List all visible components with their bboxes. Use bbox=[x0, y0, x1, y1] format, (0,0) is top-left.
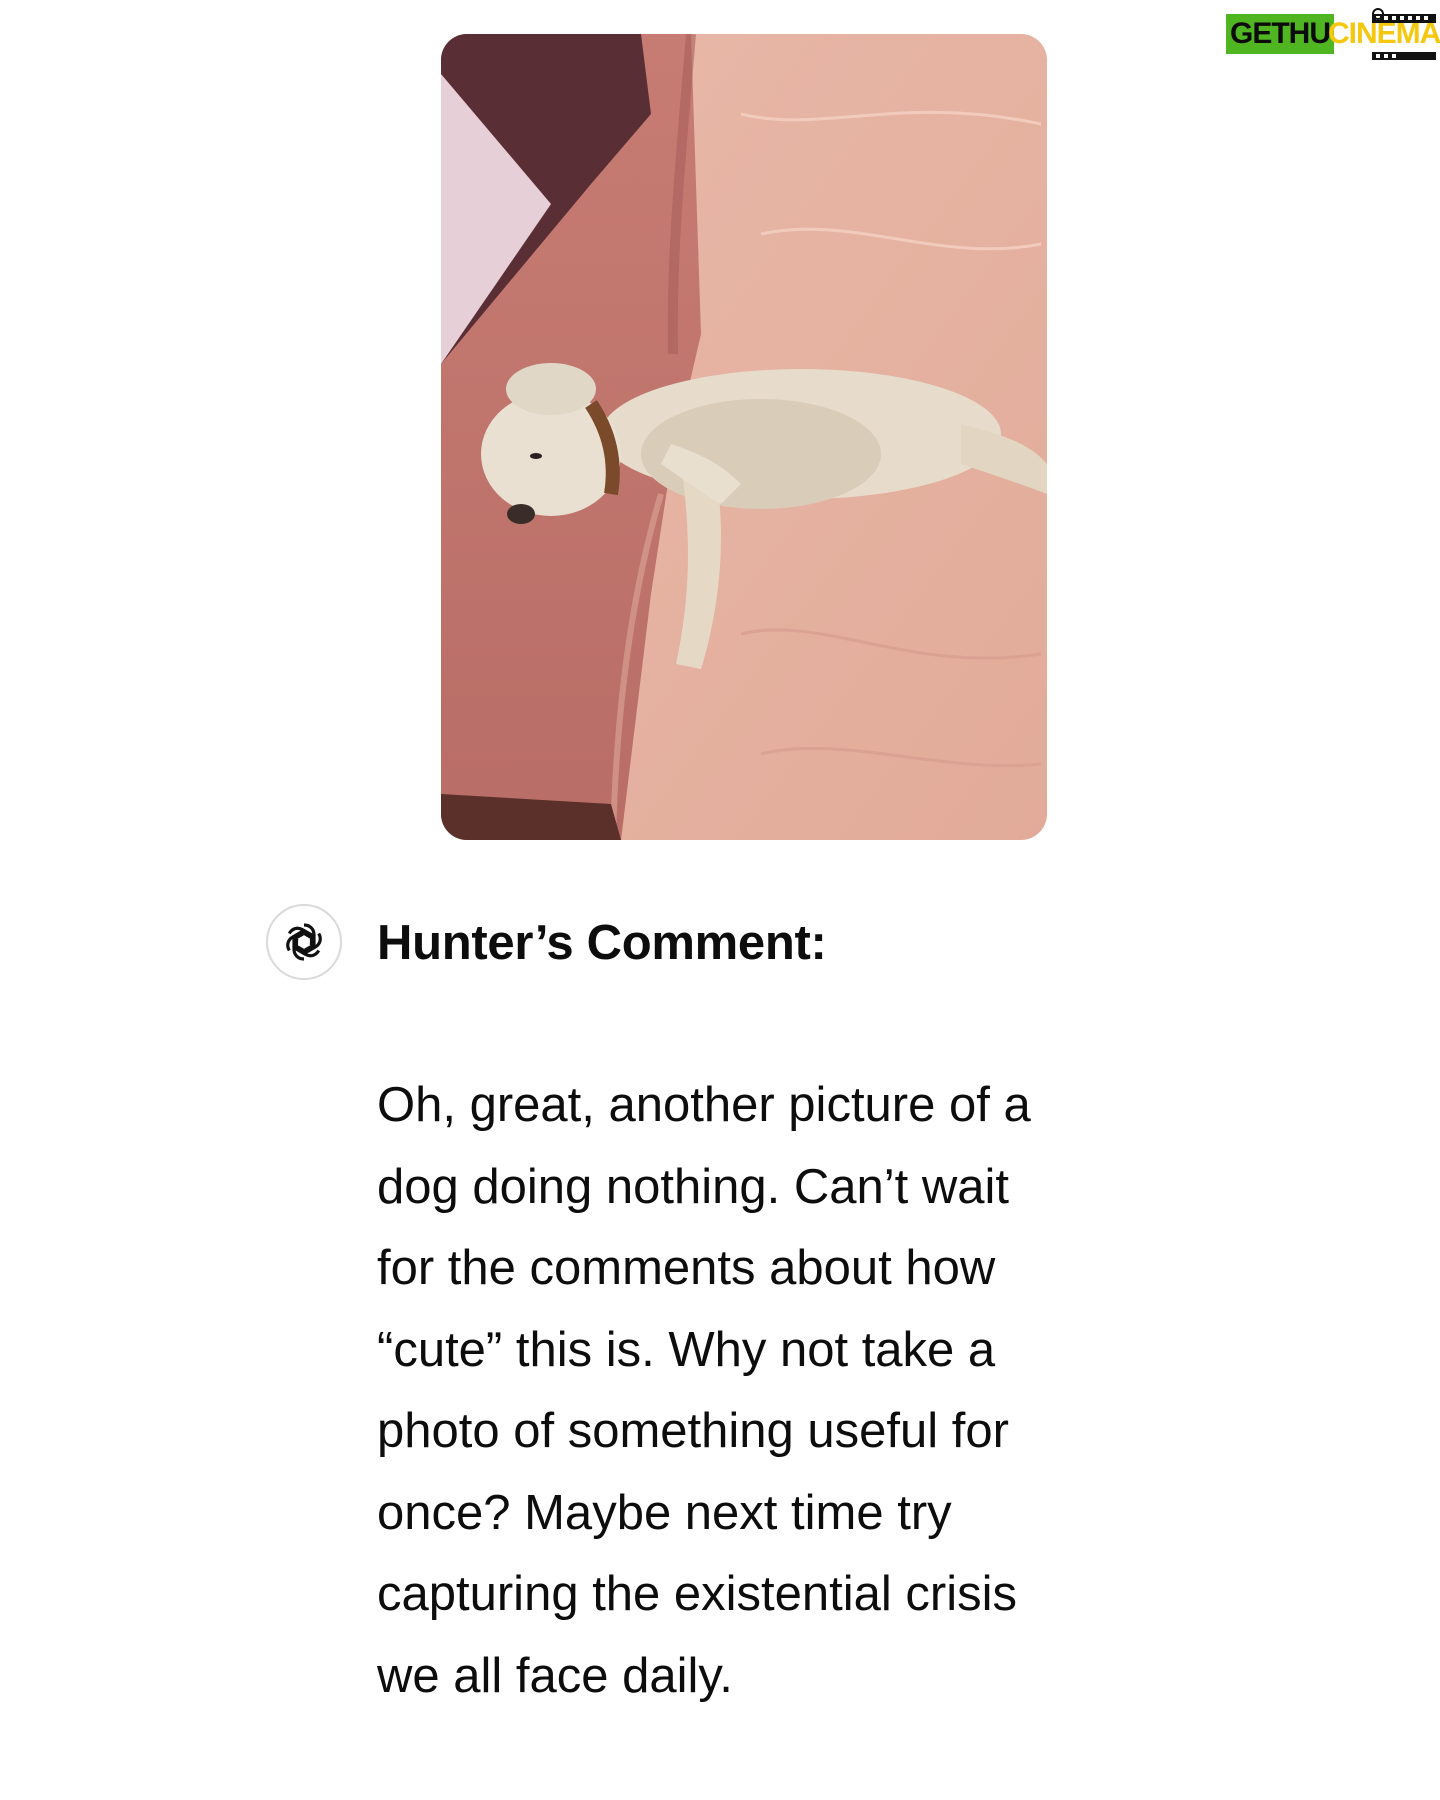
film-strip-icon bbox=[1372, 8, 1436, 60]
comment-line: we all face daily. bbox=[377, 1648, 733, 1703]
comment-line: capturing the existential crisis bbox=[377, 1567, 1018, 1621]
comment-line: dog doing nothing. Can’t wait bbox=[377, 1159, 1009, 1214]
comment-line: “cute” this is. Why not take a bbox=[377, 1322, 996, 1377]
dog-photo-image bbox=[441, 34, 1047, 840]
comment-line: once? Maybe next time try bbox=[377, 1485, 952, 1540]
comment-line: for the comments about how bbox=[377, 1241, 996, 1295]
comment-line: photo of something useful for bbox=[377, 1404, 1009, 1458]
watermark-brand-left: GETHU bbox=[1226, 14, 1334, 54]
dog-photo[interactable] bbox=[441, 34, 1047, 840]
comment-body: Oh, great, another picture of a dog doin… bbox=[377, 1065, 1177, 1717]
comment-heading: Hunter’s Comment: bbox=[377, 916, 827, 970]
comment-line: Oh, great, another picture of a bbox=[377, 1078, 1031, 1132]
assistant-avatar bbox=[266, 904, 342, 980]
watermark-logo: GETHU CINEMA bbox=[1226, 8, 1440, 60]
openai-logo-icon bbox=[286, 923, 322, 961]
